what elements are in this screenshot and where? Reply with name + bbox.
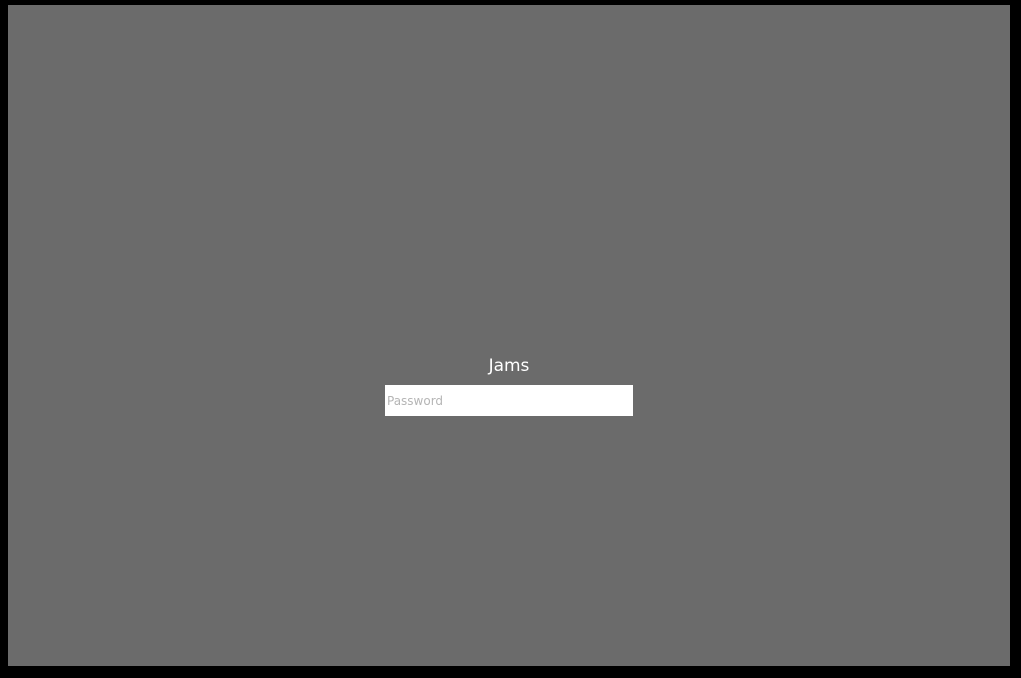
username-label: Jams [488, 356, 530, 376]
password-input[interactable] [385, 385, 633, 416]
login-panel: Jams [385, 355, 633, 416]
lock-screen: Jams [8, 5, 1010, 666]
